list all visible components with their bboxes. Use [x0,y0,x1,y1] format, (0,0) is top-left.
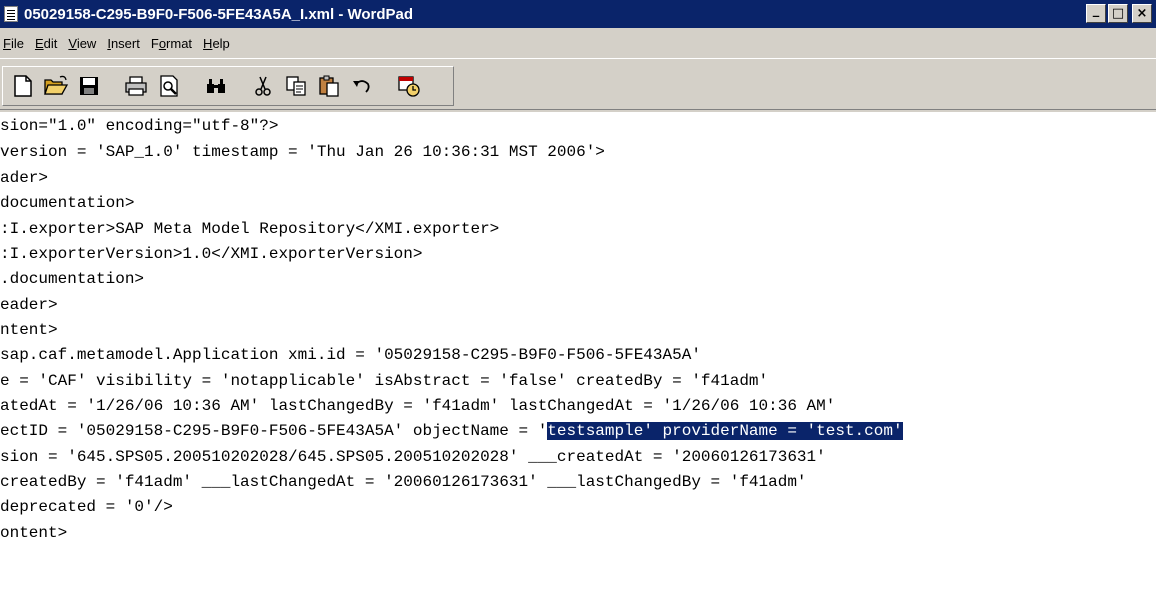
copy-icon [286,76,306,96]
toolbar-separator [106,70,120,102]
document-line: eader> [0,296,58,314]
document-editor[interactable]: sion="1.0" encoding="utf-8"?> version = … [0,112,1156,603]
toolbar-band [2,66,454,106]
toolbar-separator [186,70,200,102]
document-line: sap.caf.metamodel.Application xmi.id = '… [0,346,701,364]
document-line: ntent> [0,321,58,339]
undo-button[interactable] [346,70,378,102]
maximize-icon: □ [1111,6,1125,21]
document-line: :I.exporter>SAP Meta Model Repository</X… [0,220,500,238]
new-icon [14,75,32,97]
menu-edit[interactable]: Edit [31,36,64,51]
document-line: ontent> [0,524,68,542]
paste-button[interactable] [313,70,345,102]
document-line: sion="1.0" encoding="utf-8"?> [0,117,279,135]
document-line-with-selection: ectID = '05029158-C295-B9F0-F506-5FE43A5… [0,421,903,441]
window-controls: _ □ × [1086,3,1152,23]
title-bar[interactable]: 05029158-C295-B9F0-F506-5FE43A5A_I.xml -… [0,0,1156,28]
insert-datetime-icon [398,76,420,97]
document-line: sion = '645.SPS05.200510202028/645.SPS05… [0,448,826,466]
find-button[interactable] [200,70,232,102]
document-line: atedAt = '1/26/06 10:36 AM' lastChangedB… [0,397,836,415]
save-icon [80,77,98,95]
document-line: deprecated = '0'/> [0,498,173,516]
document-line: createdBy = 'f41adm' ___lastChangedAt = … [0,473,807,491]
close-icon: × [1136,6,1148,21]
minimize-icon: _ [1092,3,1100,18]
window-title: 05029158-C295-B9F0-F506-5FE43A5A_I.xml -… [24,5,414,23]
find-icon [207,79,225,93]
menu-view[interactable]: View [64,36,103,51]
insert-datetime-button[interactable] [393,70,425,102]
document-line: .documentation> [0,270,145,288]
selected-text[interactable]: testsample' providerName = 'test.com' [547,422,903,440]
menu-format[interactable]: Format [147,36,199,51]
document-line-text: ectID = '05029158-C295-B9F0-F506-5FE43A5… [0,422,548,440]
paste-icon [319,75,339,97]
undo-icon [353,80,370,93]
menu-file[interactable]: File [0,36,31,51]
toolbar [0,58,1156,110]
maximize-button[interactable]: □ [1108,4,1128,23]
print-preview-icon [160,75,178,97]
menu-help[interactable]: Help [199,36,237,51]
cut-button[interactable] [247,70,279,102]
wordpad-app-icon[interactable] [4,6,18,22]
print-button[interactable] [120,70,152,102]
print-preview-button[interactable] [153,70,185,102]
document-line: ader> [0,169,49,187]
new-button[interactable] [7,70,39,102]
menu-bar: File Edit View Insert Format Help [0,30,1156,56]
close-button[interactable]: × [1132,4,1152,23]
print-icon [125,76,147,96]
toolbar-separator [379,70,393,102]
document-line: e = 'CAF' visibility = 'notapplicable' i… [0,372,769,390]
document-line: :I.exporterVersion>1.0</XMI.exporterVers… [0,245,423,263]
copy-button[interactable] [280,70,312,102]
open-icon [44,75,69,95]
document-line: documentation> [0,194,135,212]
toolbar-separator [233,70,247,102]
minimize-button[interactable]: _ [1086,3,1106,23]
cut-icon [255,76,271,96]
save-button[interactable] [73,70,105,102]
document-line: version = 'SAP_1.0' timestamp = 'Thu Jan… [0,143,605,161]
menu-insert[interactable]: Insert [103,36,147,51]
open-button[interactable] [40,70,72,102]
